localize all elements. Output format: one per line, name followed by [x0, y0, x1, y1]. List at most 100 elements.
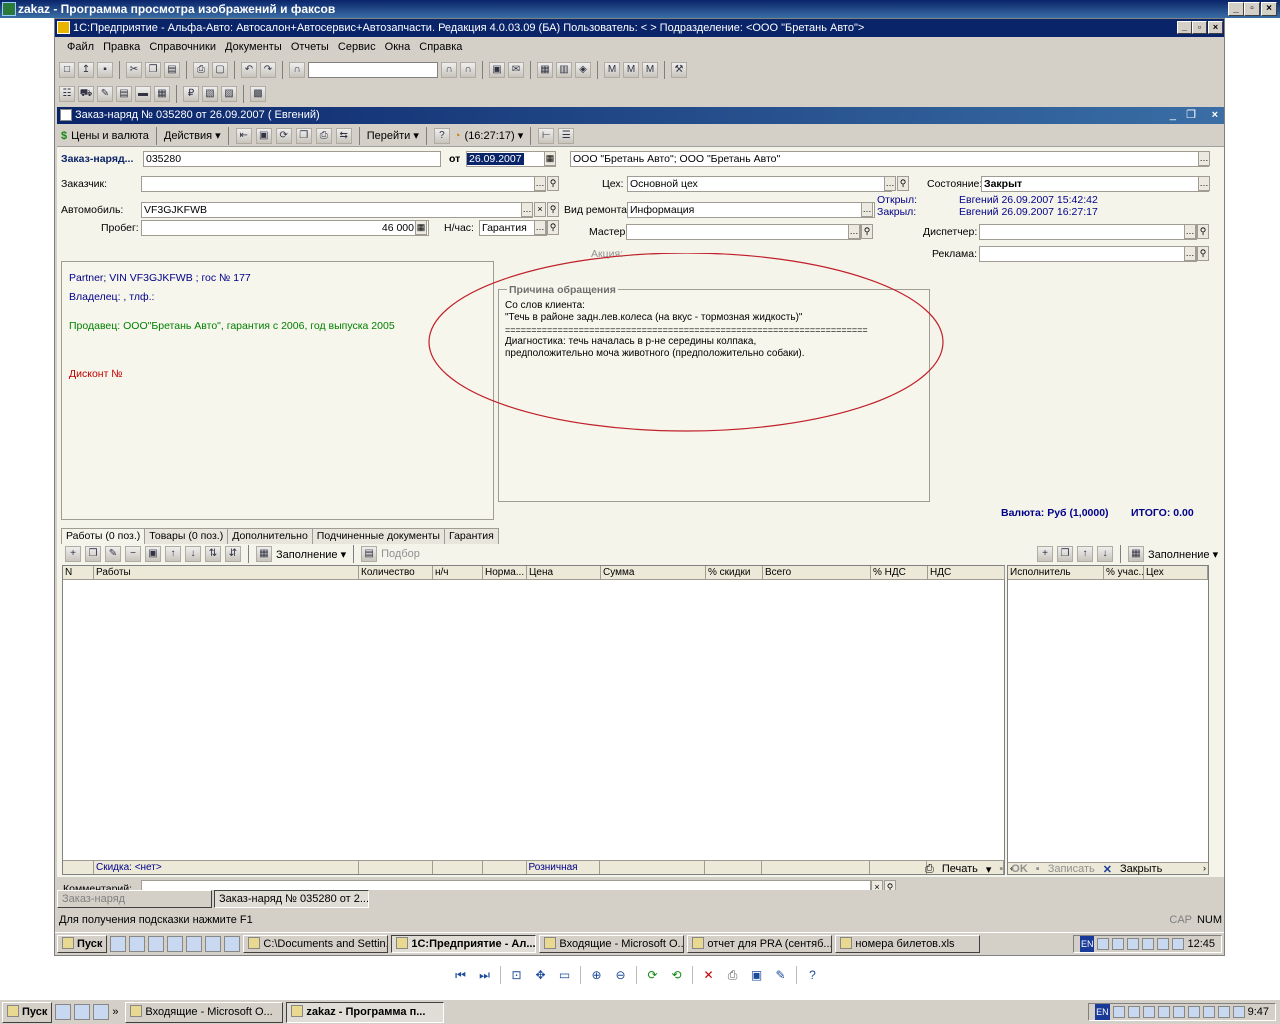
app-minimize-button[interactable]: _	[1177, 21, 1192, 34]
refresh-icon[interactable]: ⟳	[275, 127, 292, 144]
price-icon[interactable]: ▨	[221, 86, 237, 102]
sort-asc-icon[interactable]: ⇅	[205, 546, 221, 562]
column-header[interactable]: Исполнитель	[1008, 566, 1104, 579]
column-header[interactable]: Работы	[94, 566, 359, 579]
quicklaunch-more-icon[interactable]: »	[112, 1006, 122, 1018]
ad-search-icon[interactable]: ⚲	[1197, 246, 1209, 261]
column-header[interactable]: н/ч	[433, 566, 483, 579]
search-combo[interactable]	[308, 62, 438, 78]
best-fit-icon[interactable]: ⊡	[508, 967, 525, 984]
order-number-field[interactable]: 035280	[143, 151, 441, 167]
menu-documents[interactable]: Документы	[225, 41, 282, 53]
print-icon[interactable]: ⎙	[193, 62, 209, 78]
window-tab-orders[interactable]: Заказ-наряд	[57, 890, 212, 908]
zoom-in-icon[interactable]: ⊕	[588, 967, 605, 984]
menu-edit[interactable]: Правка	[103, 41, 140, 53]
zoom-out-icon[interactable]: ⊖	[612, 967, 629, 984]
customer-field[interactable]	[141, 176, 546, 192]
tray-icon[interactable]	[1187, 1006, 1200, 1018]
rate-select-button[interactable]: …	[534, 220, 546, 235]
start-button[interactable]: Пуск	[2, 1001, 53, 1023]
new-icon[interactable]: □	[59, 62, 75, 78]
tray-icon[interactable]	[1142, 938, 1155, 950]
move-up-icon[interactable]: ↑	[165, 546, 181, 562]
invoice-icon[interactable]: ₽	[183, 86, 199, 102]
open-icon[interactable]: ↥	[78, 62, 94, 78]
taskbar-item[interactable]: Входящие - Microsoft O...	[125, 1001, 284, 1023]
organization-field[interactable]: ООО "Бретань Авто"; ООО "Бретань Авто"	[570, 151, 1209, 167]
minimize-button[interactable]: _	[1228, 2, 1244, 16]
move-icon[interactable]: ⇆	[335, 127, 352, 144]
calendar-button[interactable]: ▦	[544, 151, 556, 166]
previous-image-icon[interactable]: ⏮	[452, 967, 469, 984]
tray-icon[interactable]	[1112, 938, 1125, 950]
calendar-icon[interactable]: ▥	[556, 62, 572, 78]
exec-fill-button[interactable]: Заполнение ▾	[1148, 548, 1218, 561]
column-header[interactable]: % скидки	[706, 566, 763, 579]
doc-close-button[interactable]: ×	[1212, 107, 1218, 124]
report-icon[interactable]: ▩	[250, 86, 266, 102]
tab-subordinate-docs[interactable]: Подчиненные документы	[311, 528, 445, 544]
mail-icon[interactable]: ✉	[508, 62, 524, 78]
tray-icon[interactable]	[1172, 1006, 1185, 1018]
tab-works[interactable]: Работы (0 поз.)	[61, 528, 146, 544]
rotate-counterclockwise-icon[interactable]: ⟲	[668, 967, 685, 984]
column-header[interactable]: Цех	[1144, 566, 1208, 579]
pin-icon[interactable]: ✎	[97, 86, 113, 102]
taskbar-item[interactable]: 1С:Предприятие - Ал...	[391, 934, 537, 953]
quicklaunch-icon[interactable]	[186, 935, 203, 952]
menu-help[interactable]: Справка	[419, 41, 462, 53]
table-icon[interactable]: ▦	[154, 86, 170, 102]
bar-icon[interactable]: ▬	[135, 86, 151, 102]
mileage-calc-button[interactable]: ▦	[415, 220, 427, 235]
goto-button[interactable]: Перейти ▾	[367, 129, 419, 142]
menu-references[interactable]: Справочники	[149, 41, 216, 53]
time-button[interactable]: (16:27:17) ▾	[465, 129, 524, 142]
window-icon[interactable]: ▣	[489, 62, 505, 78]
m-icon[interactable]: M	[604, 62, 620, 78]
shop-search-icon[interactable]: ⚲	[897, 176, 909, 191]
app-close-button[interactable]: ×	[1208, 21, 1223, 34]
app-title-bar[interactable]: 1С:Предприятие - Альфа-Авто: Автосалон+А…	[55, 19, 1224, 37]
ok-button[interactable]: OK	[1011, 863, 1028, 875]
column-header[interactable]: Цена	[527, 566, 601, 579]
exec-down-icon[interactable]: ↓	[1097, 546, 1113, 562]
quicklaunch-icon[interactable]	[74, 1004, 91, 1020]
master-search-icon[interactable]: ⚲	[861, 224, 873, 239]
undo-icon[interactable]: ↶	[241, 62, 257, 78]
quicklaunch-icon[interactable]	[205, 935, 222, 952]
column-header[interactable]: Количество	[359, 566, 433, 579]
works-table[interactable]: N Работы Количество н/ч Норма... Цена Су…	[62, 565, 1005, 875]
language-indicator[interactable]: EN	[1095, 1004, 1110, 1020]
tray-icon[interactable]	[1127, 938, 1140, 950]
tray-icon[interactable]	[1142, 1006, 1155, 1018]
master-field[interactable]	[626, 224, 861, 240]
help-icon[interactable]: ?	[804, 967, 821, 984]
doc-icon[interactable]: ▤	[116, 86, 132, 102]
users-icon[interactable]: ☷	[59, 86, 75, 102]
move-down-icon[interactable]: ↓	[185, 546, 201, 562]
save-icon[interactable]: ▪	[97, 62, 113, 78]
actions-button[interactable]: Действия ▾	[164, 129, 221, 142]
window-tab-order[interactable]: Заказ-наряд № 035280 от 2...	[214, 890, 369, 908]
language-indicator[interactable]: EN	[1079, 936, 1095, 952]
column-header[interactable]: N	[63, 566, 94, 579]
find-prev-icon[interactable]: ∩	[460, 62, 476, 78]
taskbar-item[interactable]: отчет для PRA (сентяб...	[687, 934, 833, 953]
quicklaunch-icon[interactable]	[224, 935, 241, 952]
doc-restore-button[interactable]: ❐	[1186, 107, 1196, 124]
shop-field[interactable]: Основной цех	[627, 176, 892, 192]
tray-icon[interactable]	[1172, 938, 1185, 950]
tray-icon[interactable]	[1157, 938, 1170, 950]
copy-to-icon[interactable]: ▣	[748, 967, 765, 984]
state-select-button[interactable]: …	[1198, 176, 1210, 191]
car-search-icon[interactable]: ⚲	[547, 202, 559, 217]
copy-icon[interactable]: ❐	[145, 62, 161, 78]
print-dropdown-icon[interactable]: ▾	[986, 863, 992, 876]
quicklaunch-icon[interactable]	[110, 935, 127, 952]
exec-up-icon[interactable]: ↑	[1077, 546, 1093, 562]
quicklaunch-icon[interactable]	[167, 935, 184, 952]
save-button[interactable]: Записать	[1048, 863, 1095, 875]
customer-select-button[interactable]: …	[534, 176, 546, 191]
exec-copy-icon[interactable]: ❐	[1057, 546, 1073, 562]
